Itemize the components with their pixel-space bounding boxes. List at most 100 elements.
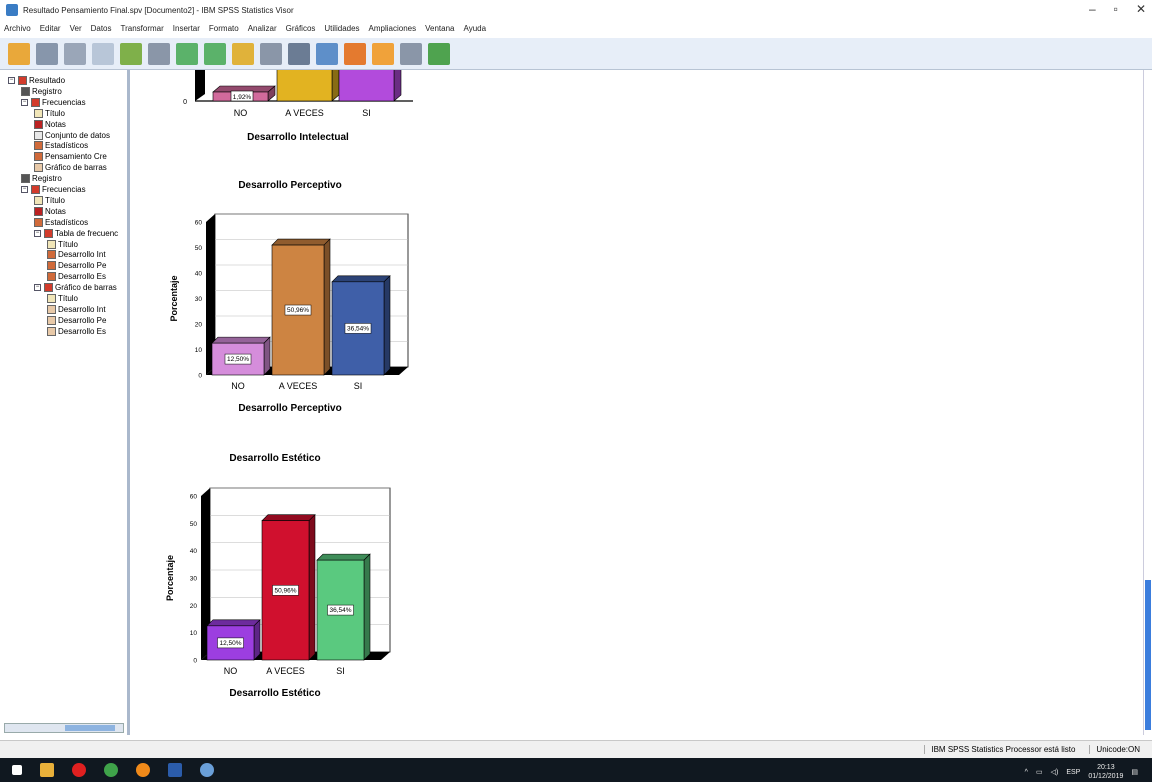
collapse-toggle-icon[interactable]: − (34, 284, 41, 292)
table-icon (47, 272, 56, 282)
tree-item[interactable]: − Tabla de frecuenc (34, 228, 118, 239)
menu-archivo[interactable]: Archivo (4, 24, 31, 33)
tree-item[interactable]: Título (47, 293, 78, 304)
tree-item-label: Gráfico de barras (55, 283, 117, 293)
tree-item[interactable]: Desarrollo Es (47, 326, 106, 337)
menu-ver[interactable]: Ver (70, 24, 82, 33)
redo-icon[interactable] (204, 42, 226, 65)
export-icon[interactable] (120, 42, 142, 65)
tree-item-label: Desarrollo Pe (58, 315, 107, 325)
print-preview-icon[interactable] (92, 42, 114, 65)
y-tick-label: 50 (190, 521, 198, 528)
insert-output-icon[interactable] (428, 42, 450, 65)
x-tick-label: NO (234, 108, 248, 118)
bar-side (253, 619, 261, 661)
tree-item[interactable]: Título (47, 239, 78, 250)
tree-item[interactable]: Notas (34, 119, 66, 130)
menu-ayuda[interactable]: Ayuda (464, 24, 487, 33)
variables-icon[interactable] (316, 42, 338, 65)
menu-utilidades[interactable]: Utilidades (324, 24, 359, 33)
maximize-button[interactable]: ▫ (1114, 2, 1118, 16)
run-descriptives-icon[interactable] (344, 42, 366, 65)
goto-case-icon[interactable] (260, 42, 282, 65)
tree-item[interactable]: Estadísticos (34, 140, 88, 151)
language-indicator[interactable]: ESP (1066, 769, 1080, 776)
tree-item[interactable]: − Frecuencias (21, 97, 86, 108)
data-label: 12,50% (227, 356, 249, 363)
clock[interactable]: 20:13 01/12/2019 (1088, 763, 1123, 781)
y-tick-label: 30 (190, 576, 198, 583)
chrome-icon[interactable] (104, 763, 118, 777)
network-icon[interactable]: ▭ (1036, 768, 1043, 776)
collapse-toggle-icon[interactable]: − (21, 186, 28, 193)
open-folder-icon[interactable] (8, 42, 30, 65)
minimize-button[interactable]: – (1089, 2, 1096, 16)
chart-wall-left (195, 65, 205, 101)
data-label: 36,54% (329, 607, 351, 614)
tree-item-label: Notas (45, 119, 66, 129)
output-viewer: 0 NO A VECES SI 1,92% Desarrollo Intelectual D… (133, 57, 1143, 735)
save-icon[interactable] (36, 42, 58, 65)
tree-item[interactable]: Título (34, 108, 65, 119)
collapse-toggle-icon[interactable]: − (21, 98, 28, 106)
menu-ampliaciones[interactable]: Ampliaciones (369, 24, 417, 33)
table-icon (34, 152, 43, 162)
tree-item[interactable]: − Resultado (8, 75, 65, 86)
opera-icon[interactable] (72, 763, 86, 777)
tree-item[interactable]: − Frecuencias (21, 184, 86, 195)
outline-horizontal-scrollbar[interactable] (4, 723, 124, 733)
menu-transformar[interactable]: Transformar (121, 24, 164, 33)
collapse-toggle-icon[interactable]: − (8, 77, 15, 84)
tree-item[interactable]: Desarrollo Pe (47, 315, 106, 326)
tree-item[interactable]: Desarrollo Pe (47, 260, 106, 271)
menu-datos[interactable]: Datos (91, 24, 112, 33)
goto-data-icon[interactable] (232, 42, 254, 65)
print-icon[interactable] (64, 42, 86, 65)
tree-item[interactable]: Estadísticos (34, 217, 88, 228)
tree-item[interactable]: Notas (34, 206, 66, 217)
viewer-scroll-thumb[interactable] (1145, 580, 1151, 730)
show-all-icon[interactable] (400, 42, 422, 65)
undo-icon[interactable] (176, 42, 198, 65)
menu-formato[interactable]: Formato (209, 24, 239, 33)
bar-top (261, 514, 316, 522)
recall-dialog-icon[interactable] (148, 42, 170, 65)
bar-side (393, 57, 402, 102)
menu-analizar[interactable]: Analizar (248, 24, 277, 33)
tree-item[interactable]: Desarrollo Es (47, 271, 106, 282)
y-tick-label: 50 (195, 245, 203, 252)
tree-item[interactable]: Registro (21, 86, 62, 97)
collapse-toggle-icon[interactable]: − (34, 229, 41, 237)
viewer-vertical-scrollbar[interactable] (1143, 70, 1152, 735)
notifications-icon[interactable]: ▤ (1131, 768, 1138, 776)
menu-ventana[interactable]: Ventana (425, 24, 454, 33)
menu-graficos[interactable]: Gráficos (286, 24, 316, 33)
menu-insertar[interactable]: Insertar (173, 24, 200, 33)
tree-item[interactable]: Título (34, 195, 65, 206)
word-icon[interactable] (168, 763, 182, 777)
windows-start-icon[interactable] (12, 765, 22, 775)
tree-item[interactable]: Conjunto de datos (34, 130, 110, 141)
tray-arrow-icon[interactable]: ^ (1025, 769, 1028, 776)
firefox-icon[interactable] (136, 763, 150, 777)
system-tray: ^ ▭ ◁) ESP 20:13 01/12/2019 ▤ (1025, 763, 1138, 781)
menu-editar[interactable]: Editar (40, 24, 61, 33)
designate-window-icon[interactable] (372, 42, 394, 65)
outline-scroll-thumb[interactable] (65, 725, 115, 731)
tree-item[interactable]: Registro (21, 173, 62, 184)
tree-item[interactable]: − Gráfico de barras (34, 282, 117, 293)
y-tick-label: 20 (190, 603, 198, 610)
volume-icon[interactable]: ◁) (1051, 768, 1059, 776)
goto-variable-icon[interactable] (288, 42, 310, 65)
bar-top (211, 336, 271, 344)
close-button[interactable]: ✕ (1136, 2, 1146, 16)
data-label: 50,96% (287, 307, 309, 314)
tree-item[interactable]: Desarrollo Int (47, 249, 106, 260)
tree-item[interactable]: Desarrollo Int (47, 304, 106, 315)
tree-item[interactable]: Gráfico de barras (34, 162, 107, 173)
notes-icon (34, 119, 43, 129)
tree-item[interactable]: Pensamiento Cre (34, 151, 107, 162)
file-explorer-icon[interactable] (40, 763, 54, 777)
bar-top (271, 238, 331, 246)
spss-taskbar-icon[interactable] (200, 763, 214, 777)
